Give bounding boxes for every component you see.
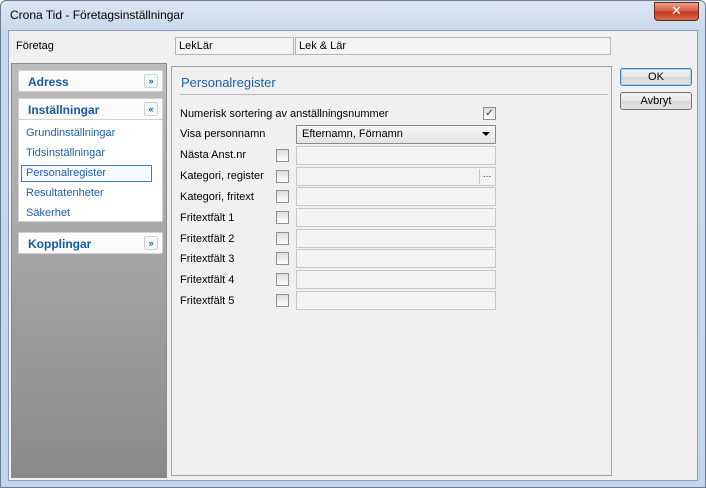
field-label-freetext-3: Fritextfält 3 xyxy=(180,253,235,265)
sidebar-item-tidsinstallningar[interactable]: Tidsinställningar xyxy=(21,145,152,162)
dialog-window: Crona Tid - Företagsinställningar ✕ Före… xyxy=(0,0,706,488)
numeric-sort-label: Numerisk sortering av anställningsnummer xyxy=(180,108,389,120)
sidebar-item-resultatenheter[interactable]: Resultatenheter xyxy=(21,185,152,202)
numeric-sort-checkbox[interactable]: ✓ xyxy=(483,107,496,120)
client-area: Företag LekLär Lek & Lär Adress » Instäl… xyxy=(8,30,698,481)
company-code-field: LekLär xyxy=(175,37,294,55)
checkbox-category-freetext[interactable] xyxy=(276,190,289,203)
kopplingar-panel-title: Kopplingar xyxy=(28,237,92,251)
installningar-panel-body: Grundinställningar Tidsinställningar Per… xyxy=(18,120,163,222)
input-category-freetext[interactable] xyxy=(296,187,496,206)
field-label-next-employee-no: Nästa Anst.nr xyxy=(180,149,247,161)
checkbox-category-register[interactable] xyxy=(276,170,289,183)
ok-button[interactable]: OK xyxy=(620,68,692,86)
chevron-down-icon[interactable]: » xyxy=(144,74,158,88)
close-icon[interactable]: ✕ xyxy=(654,2,699,21)
checkbox-freetext-1[interactable] xyxy=(276,211,289,224)
field-label-freetext-4: Fritextfält 4 xyxy=(180,274,235,286)
adress-panel-title: Adress xyxy=(28,75,69,89)
sidebar: Adress » Inställningar « Grundinställnin… xyxy=(11,63,167,478)
input-freetext-3[interactable] xyxy=(296,249,496,268)
show-name-select[interactable]: Efternamn, Förnamn xyxy=(296,125,496,144)
field-label-category-freetext: Kategori, fritext xyxy=(180,191,254,203)
title-bar[interactable]: Crona Tid - Företagsinställningar ✕ xyxy=(1,1,705,27)
sidebar-item-sakerhet[interactable]: Säkerhet xyxy=(21,205,152,222)
company-row: Företag LekLär Lek & Lär xyxy=(9,31,697,60)
window-title: Crona Tid - Företagsinställningar xyxy=(10,8,185,22)
settings-content: Personalregister Numerisk sortering av a… xyxy=(171,66,612,476)
section-title: Personalregister xyxy=(181,75,276,90)
chevron-down-icon[interactable]: » xyxy=(144,236,158,250)
checkbox-freetext-4[interactable] xyxy=(276,273,289,286)
field-label-freetext-2: Fritextfält 2 xyxy=(180,233,235,245)
show-name-value: Efternamn, Förnamn xyxy=(302,128,403,140)
company-label: Företag xyxy=(16,40,54,52)
checkbox-next-employee-no[interactable] xyxy=(276,149,289,162)
company-name-field: Lek & Lär xyxy=(295,37,611,55)
kopplingar-panel-header[interactable]: Kopplingar » xyxy=(18,232,163,254)
input-next-employee-no[interactable] xyxy=(296,146,496,165)
adress-panel-header[interactable]: Adress » xyxy=(18,70,163,92)
input-freetext-2[interactable] xyxy=(296,229,496,248)
input-category-register[interactable]: ... xyxy=(296,167,496,186)
field-label-freetext-5: Fritextfält 5 xyxy=(180,295,235,307)
installningar-panel-title: Inställningar xyxy=(28,103,100,117)
field-label-freetext-1: Fritextfält 1 xyxy=(180,212,235,224)
checkbox-freetext-3[interactable] xyxy=(276,252,289,265)
field-label-category-register: Kategori, register xyxy=(180,170,264,182)
section-divider xyxy=(180,94,608,95)
input-freetext-4[interactable] xyxy=(296,270,496,289)
sidebar-item-grundinstallningar[interactable]: Grundinställningar xyxy=(21,125,152,142)
sidebar-item-personalregister[interactable]: Personalregister xyxy=(21,165,152,182)
chevron-down-icon xyxy=(482,132,490,136)
chevron-up-icon[interactable]: « xyxy=(144,102,158,116)
input-freetext-1[interactable] xyxy=(296,208,496,227)
input-freetext-5[interactable] xyxy=(296,291,496,310)
installningar-panel-header[interactable]: Inställningar « xyxy=(18,98,163,120)
browse-button[interactable]: ... xyxy=(479,169,494,184)
cancel-button[interactable]: Avbryt xyxy=(620,92,692,110)
checkbox-freetext-5[interactable] xyxy=(276,294,289,307)
show-name-label: Visa personnamn xyxy=(180,128,266,140)
checkbox-freetext-2[interactable] xyxy=(276,232,289,245)
